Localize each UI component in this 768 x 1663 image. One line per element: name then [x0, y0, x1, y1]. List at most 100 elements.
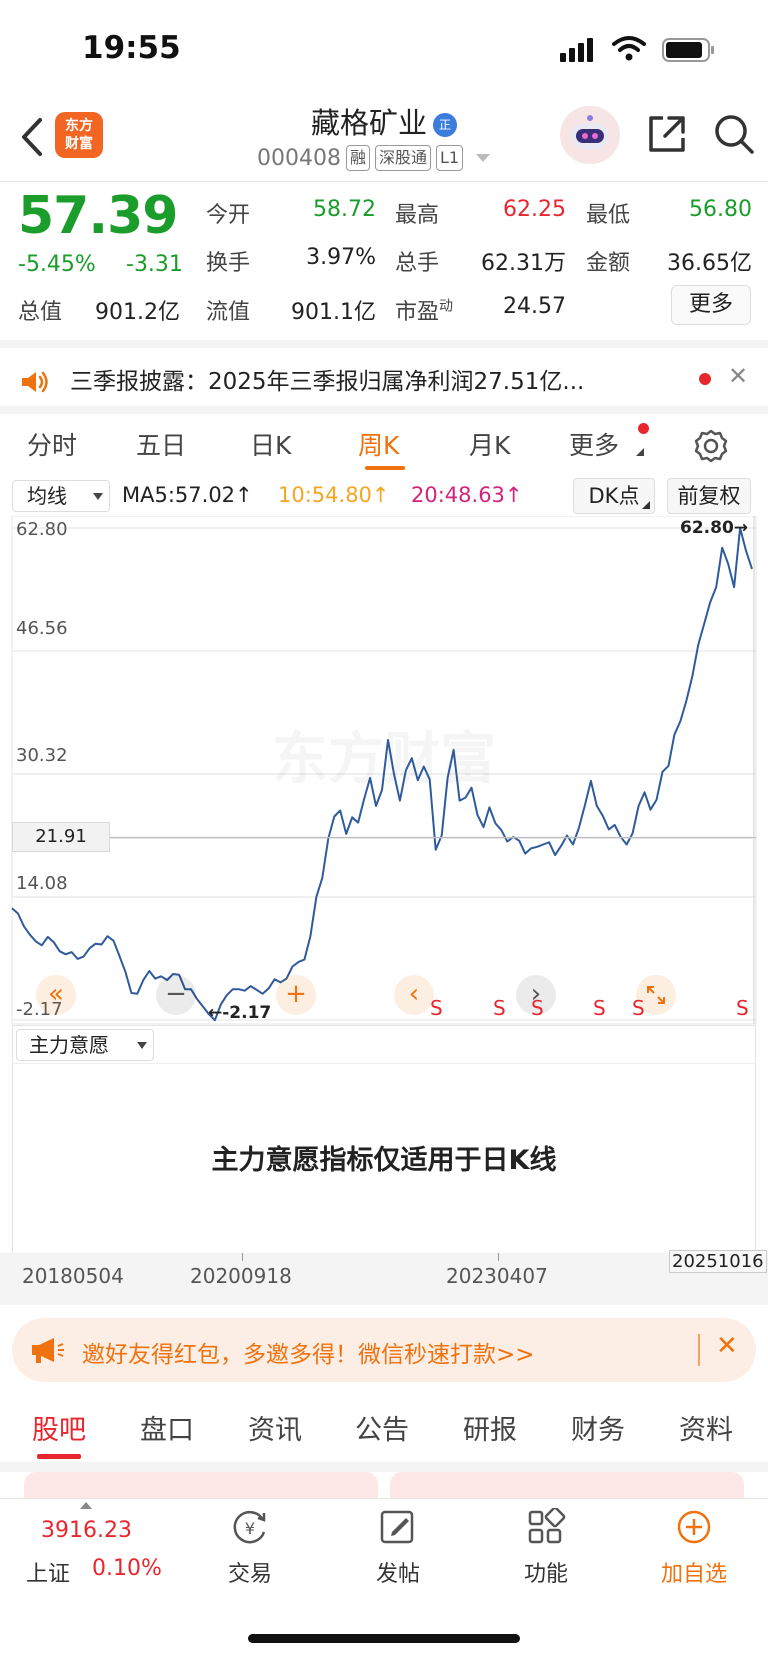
chevron-down-icon — [93, 493, 103, 500]
status-bar: 19:55 — [0, 0, 768, 100]
ma10-value: 10:54.80↑ — [278, 483, 390, 507]
nav-add-watchlist[interactable]: 加自选 — [644, 1508, 744, 1588]
y-tick-label: 14.08 — [16, 873, 68, 894]
divider — [0, 1462, 768, 1472]
tab-weekly-k[interactable]: 周K — [358, 426, 399, 462]
turnover-label: 换手 — [206, 251, 251, 276]
up-arrow-icon: ↑ — [504, 483, 523, 507]
nav-functions[interactable]: 功能 — [496, 1506, 596, 1588]
more-button[interactable]: 更多 — [671, 285, 751, 325]
level-tag: L1 — [436, 145, 464, 171]
indicator-bar: 均线 MA5:57.02↑ 10:54.80↑ 20:48.63↑ DK点 前复… — [0, 476, 768, 516]
tab-announcements[interactable]: 公告 — [355, 1408, 409, 1447]
overlay-select[interactable]: 均线 — [12, 480, 110, 512]
volume-label: 总手 — [395, 251, 440, 276]
min-price-label: ←-2.17 — [208, 1003, 272, 1023]
low-value: 56.80 — [689, 197, 752, 222]
sell-signal: S — [531, 996, 544, 1020]
tab-profile[interactable]: 资料 — [679, 1408, 733, 1447]
change-percent: -5.45% — [18, 252, 96, 277]
dk-point-button[interactable]: DK点 — [573, 478, 655, 514]
ma20-text: 20:48.63 — [411, 483, 505, 507]
index-name[interactable]: 上证 — [26, 1556, 70, 1588]
unread-dot — [699, 373, 711, 385]
triangle-icon — [642, 501, 650, 509]
nav-functions-label: 功能 — [523, 1562, 568, 1587]
divider — [12, 1063, 756, 1064]
ma5-text: MA5:57.02 — [122, 483, 236, 507]
tab-order-book[interactable]: 盘口 — [140, 1408, 194, 1447]
sell-signal: S — [632, 996, 645, 1020]
trade-icon: ¥ — [233, 1510, 266, 1544]
high-label: 最高 — [395, 203, 440, 228]
crosshair-price-label: 21.91 — [12, 822, 110, 852]
index-value[interactable]: 3916.23 — [41, 1518, 132, 1543]
forward-adjust-button[interactable]: 前复权 — [667, 478, 751, 514]
tab-more[interactable]: 更多 — [569, 426, 619, 462]
max-price-label: 62.80→ — [680, 518, 749, 538]
active-tab-indicator — [37, 1454, 81, 1459]
card-peek — [24, 1472, 378, 1498]
period-tabs: 分时 五日 日K 周K 月K 更多 — [0, 414, 768, 476]
divider — [0, 181, 768, 182]
last-date-label: 20251016 — [669, 1250, 767, 1273]
up-arrow-icon: ↑ — [371, 483, 390, 507]
stock-name: 藏格矿业 — [310, 106, 427, 140]
sub-indicator-message: 主力意愿指标仅适用于日K线 — [211, 1145, 557, 1176]
amount-value: 36.65亿 — [667, 251, 752, 276]
amount-label: 金额 — [586, 251, 631, 276]
stock-code: 000408 — [257, 145, 341, 171]
pe-value: 24.57 — [503, 294, 566, 319]
tab-forum[interactable]: 股吧 — [32, 1408, 86, 1447]
y-tick-label: 62.80 — [16, 519, 68, 540]
nav-add-watchlist-label: 加自选 — [660, 1562, 727, 1587]
tab-daily-k[interactable]: 日K — [250, 426, 291, 462]
sell-signal: S — [493, 996, 506, 1020]
close-icon[interactable]: ✕ — [728, 362, 748, 390]
step-back-icon[interactable]: ‹ — [394, 975, 434, 1015]
nav-trade-label: 交易 — [227, 1562, 272, 1587]
ma20-value: 20:48.63↑ — [411, 483, 523, 507]
ma5-value: MA5:57.02↑ — [122, 483, 253, 507]
tab-research[interactable]: 研报 — [463, 1408, 517, 1447]
invite-banner[interactable]: 邀好友得红包，多邀多得！微信秒速打款>> ✕ — [12, 1318, 756, 1382]
x-tick — [498, 1253, 499, 1261]
announcement-text: 三季报披露：2025年三季报归属净利润27.51亿... — [70, 369, 585, 395]
gear-icon[interactable] — [693, 428, 729, 464]
close-icon[interactable]: ✕ — [716, 1331, 738, 1361]
turnover-value: 3.97% — [306, 245, 376, 270]
tab-financials[interactable]: 财务 — [571, 1408, 625, 1447]
divider — [0, 340, 768, 348]
zoom-out-icon[interactable]: − — [156, 975, 196, 1015]
tab-monthly-k[interactable]: 月K — [469, 426, 510, 462]
x-tick — [242, 1253, 243, 1261]
ai-assistant-avatar[interactable] — [560, 106, 620, 164]
tab-five-day[interactable]: 五日 — [136, 426, 186, 462]
rewind-icon[interactable]: « — [36, 975, 76, 1015]
chevron-down-icon — [137, 1042, 147, 1049]
pe-label-text: 市盈 — [395, 300, 440, 325]
expand-up-icon[interactable] — [80, 1502, 92, 1509]
tab-intraday[interactable]: 分时 — [27, 426, 77, 462]
grid-apps-icon — [528, 1506, 566, 1544]
section-tabs: 股吧 盘口 资讯 公告 研报 财务 资料 — [0, 1396, 768, 1462]
nav-trade[interactable]: ¥ 交易 — [200, 1508, 300, 1588]
max-price-text: 62.80 — [680, 518, 734, 538]
sub-indicator-select[interactable]: 主力意愿 — [16, 1029, 154, 1061]
share-icon[interactable] — [645, 112, 689, 156]
price-chart[interactable]: 东方财富 — [0, 516, 768, 1026]
x-tick-label: 20180504 — [22, 1264, 124, 1288]
zoom-in-icon[interactable]: + — [276, 975, 316, 1015]
dk-label: DK点 — [588, 484, 640, 508]
stock-meta[interactable]: 000408 融 深股通 L1 — [257, 145, 491, 171]
watermark: 东方财富 — [272, 727, 496, 792]
y-tick-label: 30.32 — [16, 745, 68, 766]
nav-post[interactable]: 发帖 — [348, 1508, 448, 1588]
divider — [698, 1334, 700, 1366]
active-tab-indicator — [365, 466, 405, 470]
search-icon[interactable] — [712, 112, 756, 156]
index-change[interactable]: 0.10% — [92, 1556, 162, 1581]
battery-icon — [662, 38, 714, 62]
announcement-bar[interactable]: 三季报披露：2025年三季报归属净利润27.51亿... ✕ — [0, 348, 768, 410]
tab-news[interactable]: 资讯 — [248, 1408, 302, 1447]
